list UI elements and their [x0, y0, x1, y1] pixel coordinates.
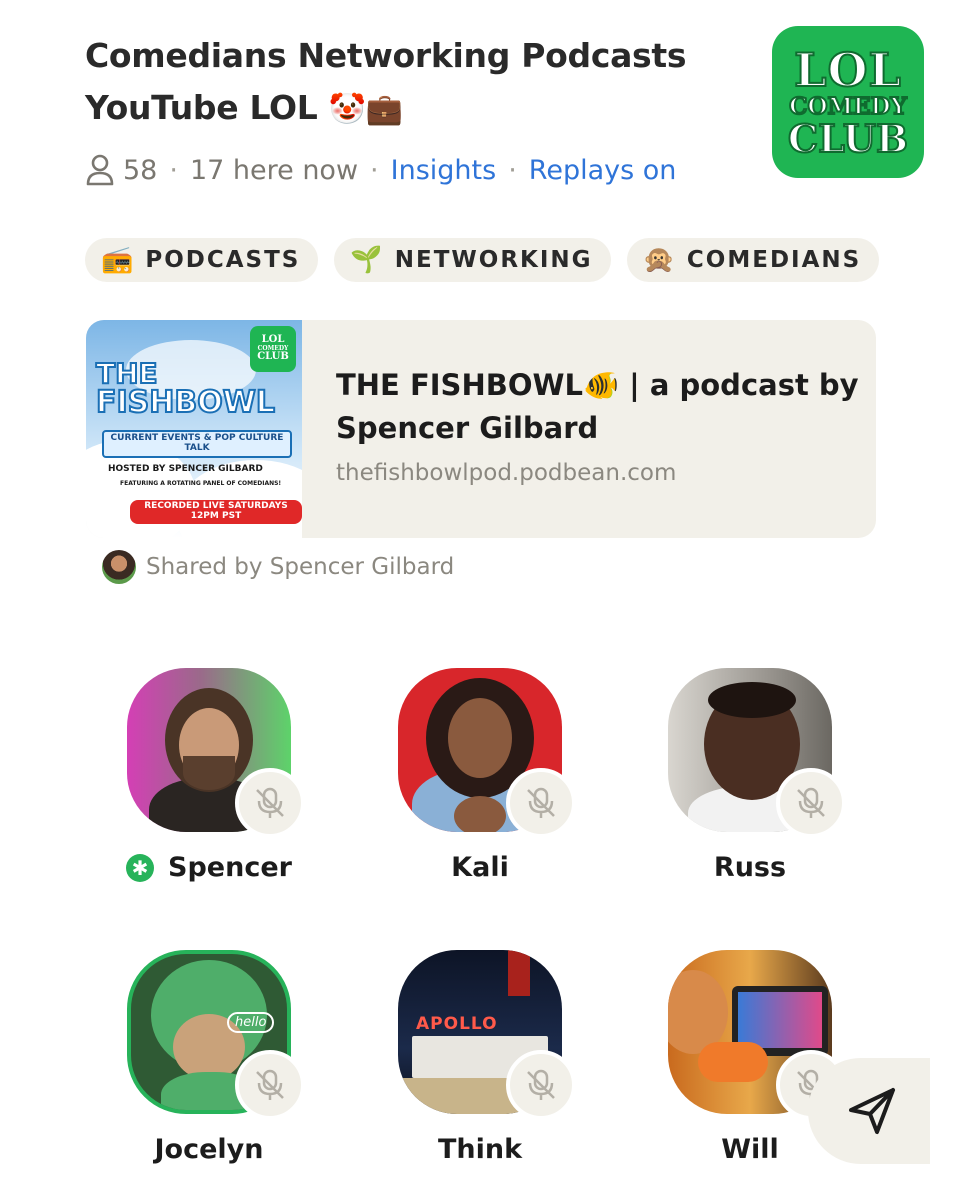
speak-no-evil-monkey-icon: 🙊	[642, 245, 675, 275]
seedling-icon: 🌱	[350, 245, 383, 275]
club-logo-line3: CLUB	[787, 115, 909, 161]
separator-dot: ·	[508, 154, 517, 186]
topic-networking[interactable]: 🌱 NETWORKING	[334, 238, 611, 282]
speaker-name: Kali	[451, 852, 509, 883]
speaker-name: ✱ Spencer	[89, 852, 329, 883]
topic-label: PODCASTS	[145, 247, 301, 273]
person-icon	[86, 154, 114, 186]
thumbnail-title: THE FISHBOWL	[95, 357, 276, 420]
replays-link[interactable]: Replays on	[529, 155, 677, 186]
separator-dot: ·	[370, 154, 379, 186]
thumbnail-subtitle: CURRENT EVENTS & POP CULTURE TALK	[102, 430, 292, 458]
room-meta: 58 · 17 here now · Insights · Replays on	[85, 154, 725, 186]
apollo-marquee: APOLLO	[416, 1014, 498, 1034]
topic-label: NETWORKING	[394, 247, 593, 273]
shared-by-label: Shared by Spencer Gilbard	[146, 554, 455, 580]
room-title-emojis: 🤡💼	[328, 92, 403, 127]
mic-muted-icon	[506, 768, 576, 838]
topic-list: 📻 PODCASTS 🌱 NETWORKING 🙊 COMEDIANS	[85, 238, 880, 282]
mic-muted-icon	[235, 1050, 305, 1120]
room-title-line1: Comedians Networking Podcasts	[85, 36, 687, 75]
room-title-line2: YouTube LOL	[85, 88, 318, 127]
separator-dot: ·	[169, 154, 178, 186]
topic-comedians[interactable]: 🙊 COMEDIANS	[626, 238, 880, 282]
sharer-avatar	[102, 550, 136, 584]
speaker-tile[interactable]: Kali	[360, 668, 600, 883]
speaker-tile[interactable]: ✱ Spencer	[89, 668, 329, 883]
moderator-badge-icon: ✱	[126, 853, 155, 882]
speaker-name: Jocelyn	[154, 1134, 264, 1165]
speaker-tile[interactable]: hello Jocelyn	[89, 950, 329, 1165]
room-header: Comedians Networking Podcasts YouTube LO…	[85, 30, 725, 186]
speaker-name: Think	[437, 1134, 523, 1165]
topic-podcasts[interactable]: 📻 PODCASTS	[85, 238, 319, 282]
here-now-count: 17 here now	[189, 154, 359, 186]
link-card-title: THE FISHBOWL🐠 | a podcast by Spencer Gil…	[336, 368, 859, 445]
club-logo[interactable]: LOL COMEDY CLUB	[772, 26, 924, 178]
mic-muted-icon	[235, 768, 305, 838]
thumbnail-recorded-badge: RECORDED LIVE SATURDAYS 12PM PST	[130, 500, 302, 524]
room-title: Comedians Networking Podcasts YouTube LO…	[85, 30, 725, 136]
paper-plane-icon	[849, 1088, 895, 1134]
insights-link[interactable]: Insights	[391, 155, 497, 186]
mic-muted-icon	[506, 1050, 576, 1120]
shared-link-card[interactable]: LOL COMEDY CLUB THE FISHBOWL CURRENT EVE…	[86, 320, 876, 538]
speaker-name: Russ	[713, 852, 787, 883]
club-logo-line2: COMEDY	[788, 92, 908, 120]
hello-sticker: hello	[227, 1012, 275, 1033]
link-card-text: THE FISHBOWL🐠 | a podcast by Spencer Gil…	[302, 320, 876, 538]
link-card-url: thefishbowlpod.podbean.com	[336, 460, 677, 486]
topic-label: COMEDIANS	[686, 247, 862, 273]
mic-muted-icon	[776, 768, 846, 838]
member-count: 58	[123, 154, 158, 186]
speaker-tile[interactable]: APOLLO Think	[360, 950, 600, 1165]
thumbnail-featuring: FEATURING A ROTATING PANEL OF COMEDIANS!	[120, 480, 282, 487]
speaker-tile[interactable]: Russ	[630, 668, 870, 883]
club-logo-line1: LOL	[793, 42, 902, 97]
thumbnail-host: HOSTED BY SPENCER GILBARD	[108, 464, 263, 474]
shared-by-row[interactable]: Shared by Spencer Gilbard	[102, 550, 454, 584]
share-room-button[interactable]	[808, 1058, 930, 1164]
podcast-thumbnail: LOL COMEDY CLUB THE FISHBOWL CURRENT EVE…	[86, 320, 302, 538]
radio-icon: 📻	[101, 245, 134, 275]
